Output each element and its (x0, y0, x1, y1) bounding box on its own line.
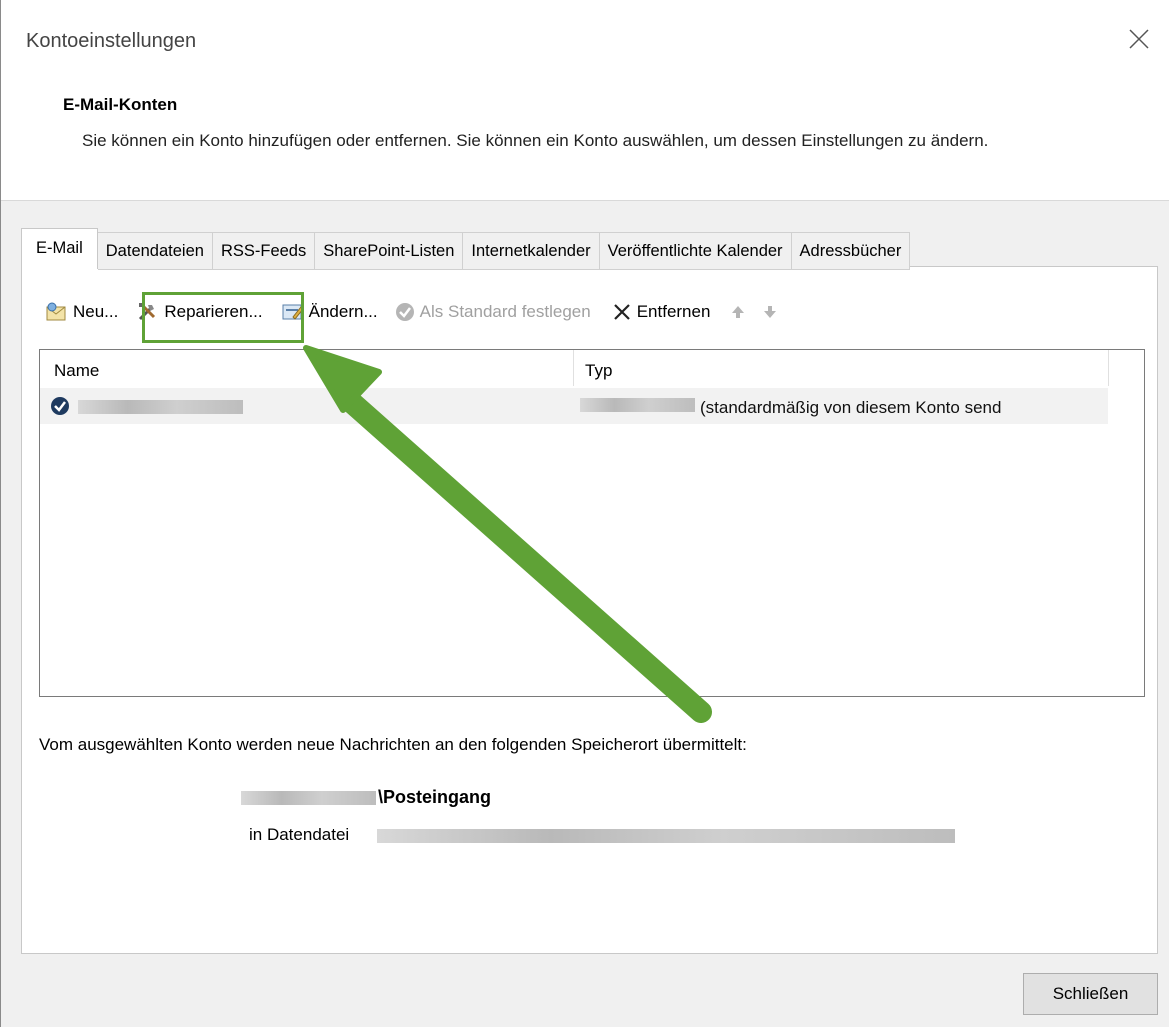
window-title: Kontoeinstellungen (26, 30, 197, 52)
column-name[interactable]: Name (54, 361, 99, 381)
arrow-down-icon (764, 306, 777, 318)
tab-email[interactable]: E-Mail (21, 228, 98, 269)
tab-rss-feeds[interactable]: RSS-Feeds (212, 232, 316, 270)
tab-address-books[interactable]: Adressbücher (791, 232, 911, 270)
new-button[interactable]: Neu... (41, 292, 122, 332)
account-name-redacted (78, 400, 243, 414)
account-list[interactable]: Name Typ (standardmäßig von diesem Konto… (39, 349, 1145, 697)
dialog-header: Kontoeinstellungen E-Mail-Konten Sie kön… (1, 0, 1169, 201)
tab-sharepoint-lists[interactable]: SharePoint-Listen (315, 232, 464, 270)
repair-highlight-box (142, 292, 304, 343)
tab-internet-calendars[interactable]: Internetkalender (463, 232, 600, 270)
column-separator (1108, 350, 1109, 386)
account-type-redacted (580, 398, 695, 412)
new-account-icon (46, 302, 66, 321)
section-description: Sie können ein Konto hinzufügen oder ent… (82, 131, 989, 150)
datafile-label: in Datendatei (249, 825, 350, 844)
column-type[interactable]: Typ (585, 361, 612, 381)
remove-icon (613, 304, 630, 320)
remove-label: Entfernen (636, 302, 711, 321)
new-label: Neu... (73, 302, 119, 321)
move-up-button[interactable] (726, 292, 754, 332)
datafile-path-redacted (377, 829, 955, 843)
column-separator (573, 350, 574, 386)
close-button[interactable]: Schließen (1023, 973, 1158, 1015)
tab-published-calendars[interactable]: Veröffentlichte Kalender (599, 232, 792, 270)
list-header: Name Typ (40, 350, 1144, 386)
account-type-suffix: (standardmäßig von diesem Konto send (700, 398, 1002, 417)
move-down-button[interactable] (758, 292, 786, 332)
default-account-icon (51, 397, 69, 415)
set-default-button[interactable]: Als Standard festlegen (390, 292, 595, 332)
section-heading: E-Mail-Konten (63, 95, 178, 114)
table-row[interactable]: (standardmäßig von diesem Konto send (40, 388, 1108, 424)
tab-bar: E-Mail Datendateien RSS-Feeds SharePoint… (21, 228, 911, 270)
arrow-up-icon (732, 306, 745, 318)
change-label: Ändern... (308, 302, 378, 321)
close-icon[interactable] (1126, 26, 1152, 52)
account-settings-dialog: Kontoeinstellungen E-Mail-Konten Sie kön… (0, 0, 1169, 1027)
tab-data-files[interactable]: Datendateien (97, 232, 213, 270)
delivery-info: Vom ausgewählten Konto werden neue Nachr… (39, 735, 747, 754)
check-circle-icon (395, 303, 414, 321)
mailbox-name-redacted (241, 791, 376, 805)
delivery-folder: \Posteingang (378, 787, 492, 807)
set-default-label: Als Standard festlegen (419, 302, 591, 321)
remove-button[interactable]: Entfernen (607, 292, 715, 332)
